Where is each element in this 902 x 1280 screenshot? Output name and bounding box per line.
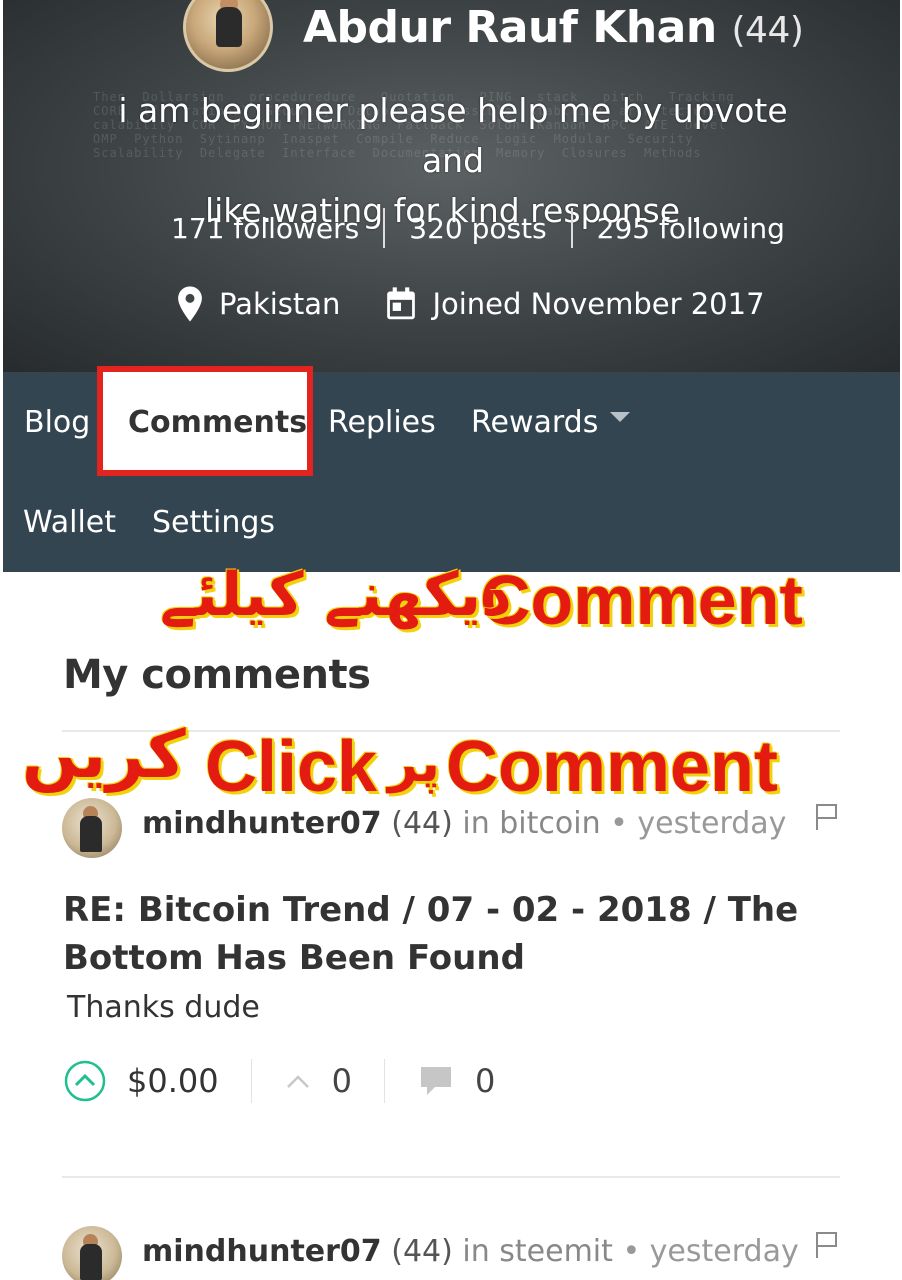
upvote-icon[interactable] [63, 1059, 107, 1103]
comment-bubble-icon[interactable] [417, 1063, 455, 1099]
annotation-urdu-dekhne-kiliye: دیکھنے کیلئے [160, 560, 512, 630]
following-link[interactable]: 295 following [597, 212, 785, 245]
payout-value[interactable]: $0.00 [127, 1062, 219, 1100]
annotation-comment-1: Comment [480, 561, 803, 639]
location-pin-icon [178, 286, 202, 322]
profile-header: Then Dollarsign proceduredure Quotation … [3, 0, 900, 372]
avatar[interactable] [62, 798, 122, 858]
comment-author[interactable]: mindhunter07 [142, 806, 382, 841]
annotation-comment-2: Comment [446, 727, 779, 807]
profile-about-line-1: i am beginner please help me by upvote a… [118, 91, 788, 180]
flag-icon[interactable] [814, 1230, 840, 1260]
tab-rewards[interactable]: Rewards [471, 405, 631, 440]
action-divider [383, 1059, 385, 1103]
profile-stats: 171 followers 320 posts 295 following [171, 208, 785, 248]
reply-count[interactable]: 0 [475, 1062, 495, 1100]
avatar[interactable] [62, 1226, 122, 1280]
comment-timestamp[interactable]: • yesterday [610, 806, 786, 841]
comment-body: Thanks dude [67, 990, 260, 1025]
tab-comments[interactable]: Comments [128, 405, 307, 440]
profile-name: Abdur Rauf Khan (44) [303, 2, 804, 53]
section-title: My comments [63, 652, 371, 698]
comment-actions: $0.00 0 0 [63, 1058, 495, 1104]
tab-replies[interactable]: Replies [328, 405, 436, 440]
profile-joined-date: Joined November 2017 [432, 287, 765, 321]
tab-wallet[interactable]: Wallet [23, 505, 116, 540]
posts-count: 320 posts [409, 211, 547, 245]
profile-reputation: (44) [731, 10, 804, 51]
annotation-urdu-par: پر [388, 734, 440, 794]
chevron-up-icon[interactable] [284, 1071, 312, 1091]
followers-link[interactable]: 171 followers [171, 212, 359, 245]
action-divider [250, 1059, 252, 1103]
annotation-urdu-karein: کریں [22, 716, 186, 793]
profile-location: Pakistan [219, 287, 341, 321]
tab-rewards-label: Rewards [471, 405, 599, 440]
flag-icon[interactable] [814, 802, 840, 832]
comment-author[interactable]: mindhunter07 [142, 1234, 382, 1269]
tab-blog[interactable]: Blog [24, 405, 90, 440]
comment-byline: mindhunter07 (44) in steemit • yesterday [142, 1234, 799, 1269]
stats-divider [383, 208, 386, 248]
chevron-down-icon [610, 412, 631, 422]
comment-category[interactable]: in steemit [462, 1234, 613, 1269]
divider [62, 1176, 840, 1178]
stats-divider [570, 208, 573, 248]
calendar-icon [387, 287, 416, 320]
comment-category[interactable]: in bitcoin [462, 806, 600, 841]
tab-settings[interactable]: Settings [152, 505, 275, 540]
profile-avatar[interactable] [183, 0, 273, 72]
comment-author-reputation: (44) [391, 1234, 453, 1269]
comment-author-reputation: (44) [391, 806, 453, 841]
annotation-click: Click [205, 727, 378, 807]
comment-byline: mindhunter07 (44) in bitcoin • yesterday [142, 806, 786, 841]
comment-post-title[interactable]: RE: Bitcoin Trend / 07 - 02 - 2018 / The… [63, 886, 823, 982]
comment-timestamp[interactable]: • yesterday [622, 1234, 798, 1269]
profile-meta: Pakistan Joined November 2017 [175, 285, 765, 323]
profile-name-text: Abdur Rauf Khan [303, 2, 717, 53]
vote-count[interactable]: 0 [332, 1062, 352, 1100]
